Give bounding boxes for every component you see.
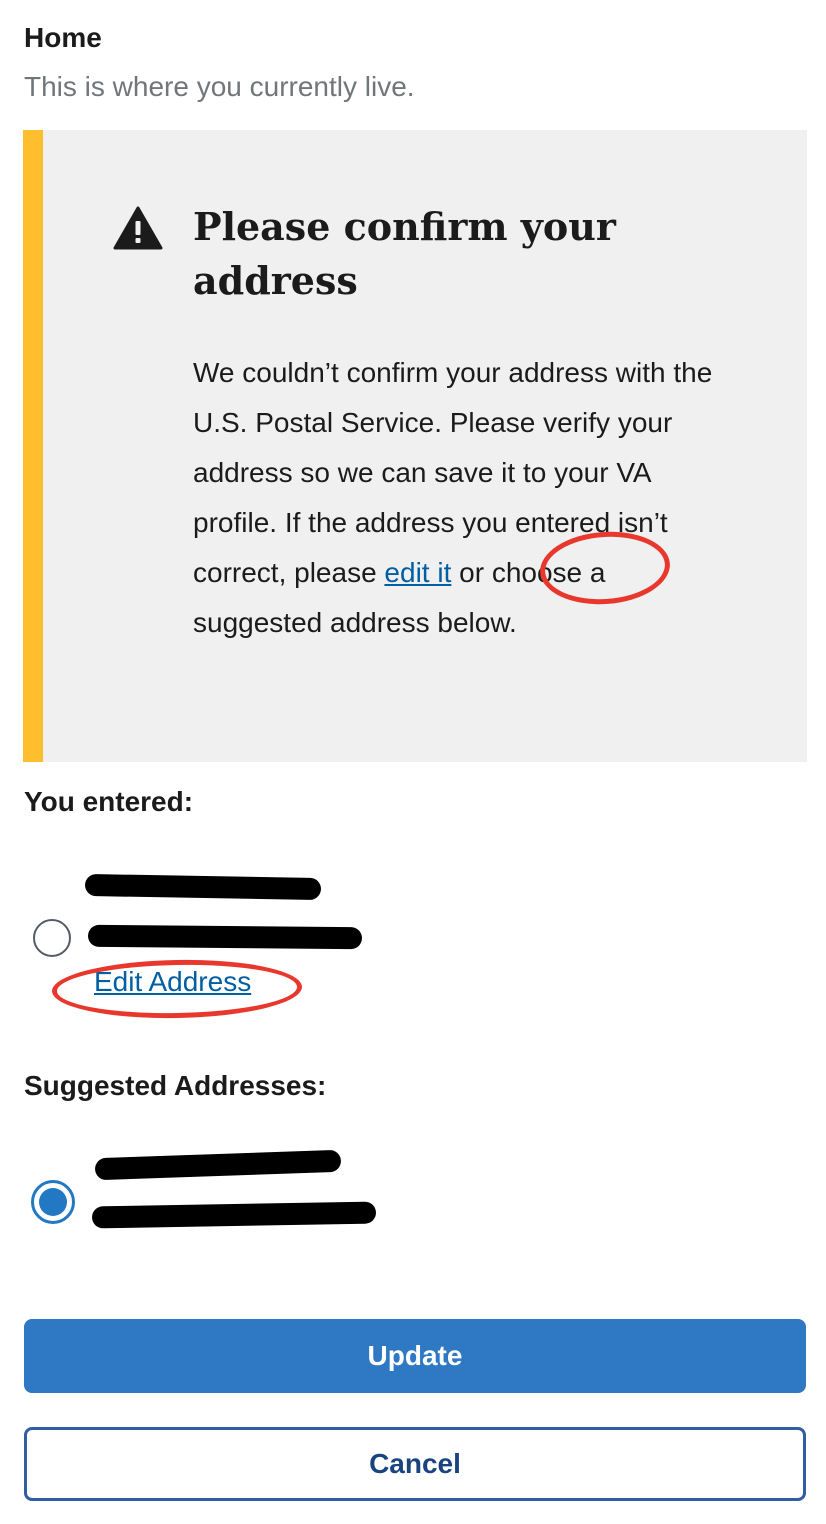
- suggested-addresses-label: Suggested Addresses:: [24, 1070, 327, 1101]
- warning-icon: [113, 206, 163, 250]
- edit-address-annotation-circle: [51, 957, 303, 1021]
- warning-alert: Please confirm your address We couldn’t …: [23, 130, 807, 762]
- section-subtitle: This is where you currently live.: [24, 71, 415, 102]
- redacted-address-line: [84, 873, 322, 901]
- section-title: Home: [24, 22, 102, 53]
- redacted-address-line: [87, 924, 363, 950]
- redacted-address-line: [91, 1201, 377, 1229]
- update-button[interactable]: Update: [24, 1319, 806, 1393]
- entered-address-radio[interactable]: [33, 919, 71, 957]
- alert-body: We couldn’t confirm your address with th…: [193, 348, 713, 648]
- alert-heading: Please confirm your address: [193, 204, 616, 303]
- edit-it-link[interactable]: edit it: [384, 557, 451, 588]
- suggested-address-radio[interactable]: [31, 1180, 75, 1224]
- you-entered-label: You entered:: [24, 786, 194, 817]
- redacted-address-line: [94, 1149, 342, 1181]
- cancel-button[interactable]: Cancel: [24, 1427, 806, 1501]
